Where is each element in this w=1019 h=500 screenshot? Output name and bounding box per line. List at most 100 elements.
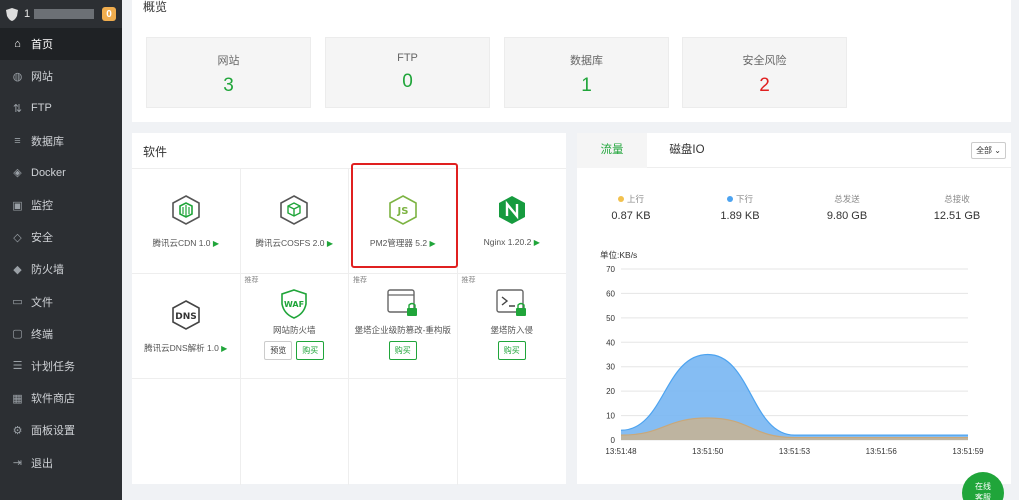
software-actions: 购买	[349, 341, 457, 360]
software-actions: 预览 购买	[241, 341, 349, 360]
sidebar-item-security[interactable]: ◇ 安全	[0, 221, 122, 253]
shield-logo-icon	[6, 7, 18, 21]
sidebar-item-logout[interactable]: ⇥ 退出	[0, 446, 122, 478]
svg-text:DNS: DNS	[175, 312, 197, 322]
nginx-icon	[498, 196, 525, 224]
sidebar-item-folder[interactable]: ▭ 文件	[0, 286, 122, 318]
software-item-tamper-proof[interactable]: 推荐 堡塔企业级防篡改-重构版 购买	[349, 274, 458, 379]
sidebar-header: 1 0	[0, 0, 122, 28]
highlight-box	[351, 163, 458, 268]
buy-button[interactable]: 购买	[296, 341, 325, 360]
preview-button[interactable]: 预览	[264, 341, 293, 360]
sidebar: 1 0 ⌂ 首页 ◍ 网站 ⇅ FTP ≡ 数据库 ◈ Docker ▣ 监控 ◇ 安全 ◆ 防火墙 ▭ 文件 ▢ 终…	[0, 0, 122, 500]
y-tick-label: 20	[606, 387, 615, 396]
software-card: 软件 腾讯云CDN 1.0 ▶ 腾讯云COSFS 2.0 ▶ JS PM2管理器…	[132, 133, 567, 485]
y-tick-label: 10	[606, 412, 615, 421]
globe-icon: ◍	[12, 70, 23, 83]
y-tick-label: 60	[606, 289, 615, 298]
sidebar-item-label: 软件商店	[31, 393, 75, 406]
software-name: 腾讯云COSFS 2.0 ▶	[255, 238, 334, 248]
notification-badge[interactable]: 0	[102, 7, 116, 21]
software-name: Nginx 1.20.2 ▶	[483, 237, 540, 247]
monitor-icon: ▣	[12, 199, 23, 212]
recommend-tag: 推荐	[353, 277, 367, 284]
terminal-icon: ▢	[12, 328, 23, 341]
overview-label: 网站	[217, 55, 240, 67]
overview-label: FTP	[397, 52, 418, 64]
sidebar-item-firewall[interactable]: ◆ 防火墙	[0, 253, 122, 285]
software-name: 腾讯云CDN 1.0 ▶	[152, 238, 220, 248]
overview-sites[interactable]: 网站 3	[146, 37, 311, 108]
software-empty-slot	[458, 379, 567, 485]
overview-security-risk[interactable]: 安全风险 2	[682, 37, 847, 108]
sidebar-item-label: FTP	[31, 102, 52, 115]
y-tick-label: 30	[606, 363, 615, 372]
overview-value: 1	[581, 75, 592, 96]
overview-label: 安全风险	[742, 55, 787, 67]
software-item-tencent-dns[interactable]: DNS 腾讯云DNS解析 1.0 ▶	[132, 274, 241, 379]
overview-value: 3	[223, 75, 234, 96]
sidebar-item-label: Docker	[31, 166, 66, 179]
software-actions: 购买	[458, 341, 567, 360]
overview-value: 2	[759, 75, 770, 96]
sidebar-item-terminal[interactable]: ▢ 终端	[0, 318, 122, 350]
software-item-tencent-cdn[interactable]: 腾讯云CDN 1.0 ▶	[132, 169, 241, 274]
docker-icon: ◈	[13, 167, 22, 180]
buy-button[interactable]: 购买	[388, 341, 417, 360]
sidebar-item-label: 计划任务	[31, 360, 75, 373]
sidebar-item-ftp[interactable]: ⇅ FTP	[0, 92, 122, 124]
folder-icon: ▭	[12, 296, 23, 309]
sidebar-item-label: 面板设置	[31, 425, 75, 438]
software-name: 网站防火墙	[272, 325, 316, 335]
sidebar-item-label: 数据库	[31, 135, 64, 148]
chat-line: 在线	[975, 482, 991, 491]
software-item-intrusion[interactable]: 推荐 堡塔防入侵 购买	[457, 274, 567, 379]
sidebar-item-label: 文件	[31, 296, 53, 309]
sidebar-item-label: 网站	[31, 71, 53, 84]
x-tick-label: 13:51:59	[952, 447, 984, 456]
software-name: 堡塔企业级防篡改-重构版	[354, 325, 451, 335]
store-icon: ▦	[12, 392, 23, 405]
sidebar-item-store[interactable]: ▦ 软件商店	[0, 382, 122, 414]
user-name[interactable]: 1	[24, 8, 96, 20]
firewall-icon: ◆	[13, 263, 22, 276]
settings-icon: ⚙	[12, 424, 23, 437]
recommend-tag: 推荐	[461, 277, 476, 284]
sidebar-item-label: 安全	[31, 232, 53, 245]
sidebar-item-globe[interactable]: ◍ 网站	[0, 60, 122, 92]
x-tick-label: 13:51:56	[866, 447, 898, 456]
sidebar-item-label: 退出	[31, 457, 53, 470]
software-empty-slot	[349, 379, 458, 485]
overview-card: 概览 网站 3 FTP 0 数据库 1 安全风险 2	[132, 0, 1011, 122]
svg-text:WAF: WAF	[284, 300, 304, 309]
y-tick-label: 40	[606, 338, 615, 347]
overview-ftp[interactable]: FTP 0	[325, 37, 490, 108]
home-icon: ⌂	[14, 38, 21, 51]
sidebar-item-settings[interactable]: ⚙ 面板设置	[0, 414, 122, 446]
software-title: 软件	[143, 145, 168, 159]
tamper-proof-icon	[387, 289, 417, 316]
software-empty-slot	[132, 379, 241, 485]
y-tick-label: 70	[606, 265, 615, 274]
sidebar-item-label: 首页	[31, 39, 53, 52]
software-item-waf[interactable]: 推荐 WAF 网站防火墙 预览 购买	[240, 274, 349, 379]
overview-database[interactable]: 数据库 1	[504, 37, 669, 108]
x-tick-label: 13:51:53	[779, 447, 811, 456]
security-icon: ◇	[13, 231, 22, 244]
x-tick-label: 13:51:48	[605, 447, 637, 456]
chat-line: 客服	[975, 493, 991, 500]
software-name: 腾讯云DNS解析 1.0 ▶	[144, 343, 228, 353]
sidebar-item-cron[interactable]: ☰ 计划任务	[0, 350, 122, 382]
traffic-chart-svg: 0 10 20 30 40 50 60 70 13:51:48 13:51:50 13:51:53 1…	[605, 265, 984, 456]
sidebar-item-docker[interactable]: ◈ Docker	[0, 157, 122, 189]
sidebar-item-database[interactable]: ≡ 数据库	[0, 125, 122, 157]
ftp-icon: ⇅	[12, 102, 23, 115]
overview-title: 概览	[143, 0, 168, 14]
software-item-tencent-cosfs[interactable]: 腾讯云COSFS 2.0 ▶	[240, 169, 349, 274]
buy-button[interactable]: 购买	[497, 341, 526, 360]
overview-label: 数据库	[570, 55, 603, 67]
sidebar-item-monitor[interactable]: ▣ 监控	[0, 189, 122, 221]
sidebar-item-home[interactable]: ⌂ 首页	[0, 28, 122, 61]
software-empty-slot	[241, 379, 349, 485]
software-item-nginx[interactable]: Nginx 1.20.2 ▶	[457, 169, 566, 274]
